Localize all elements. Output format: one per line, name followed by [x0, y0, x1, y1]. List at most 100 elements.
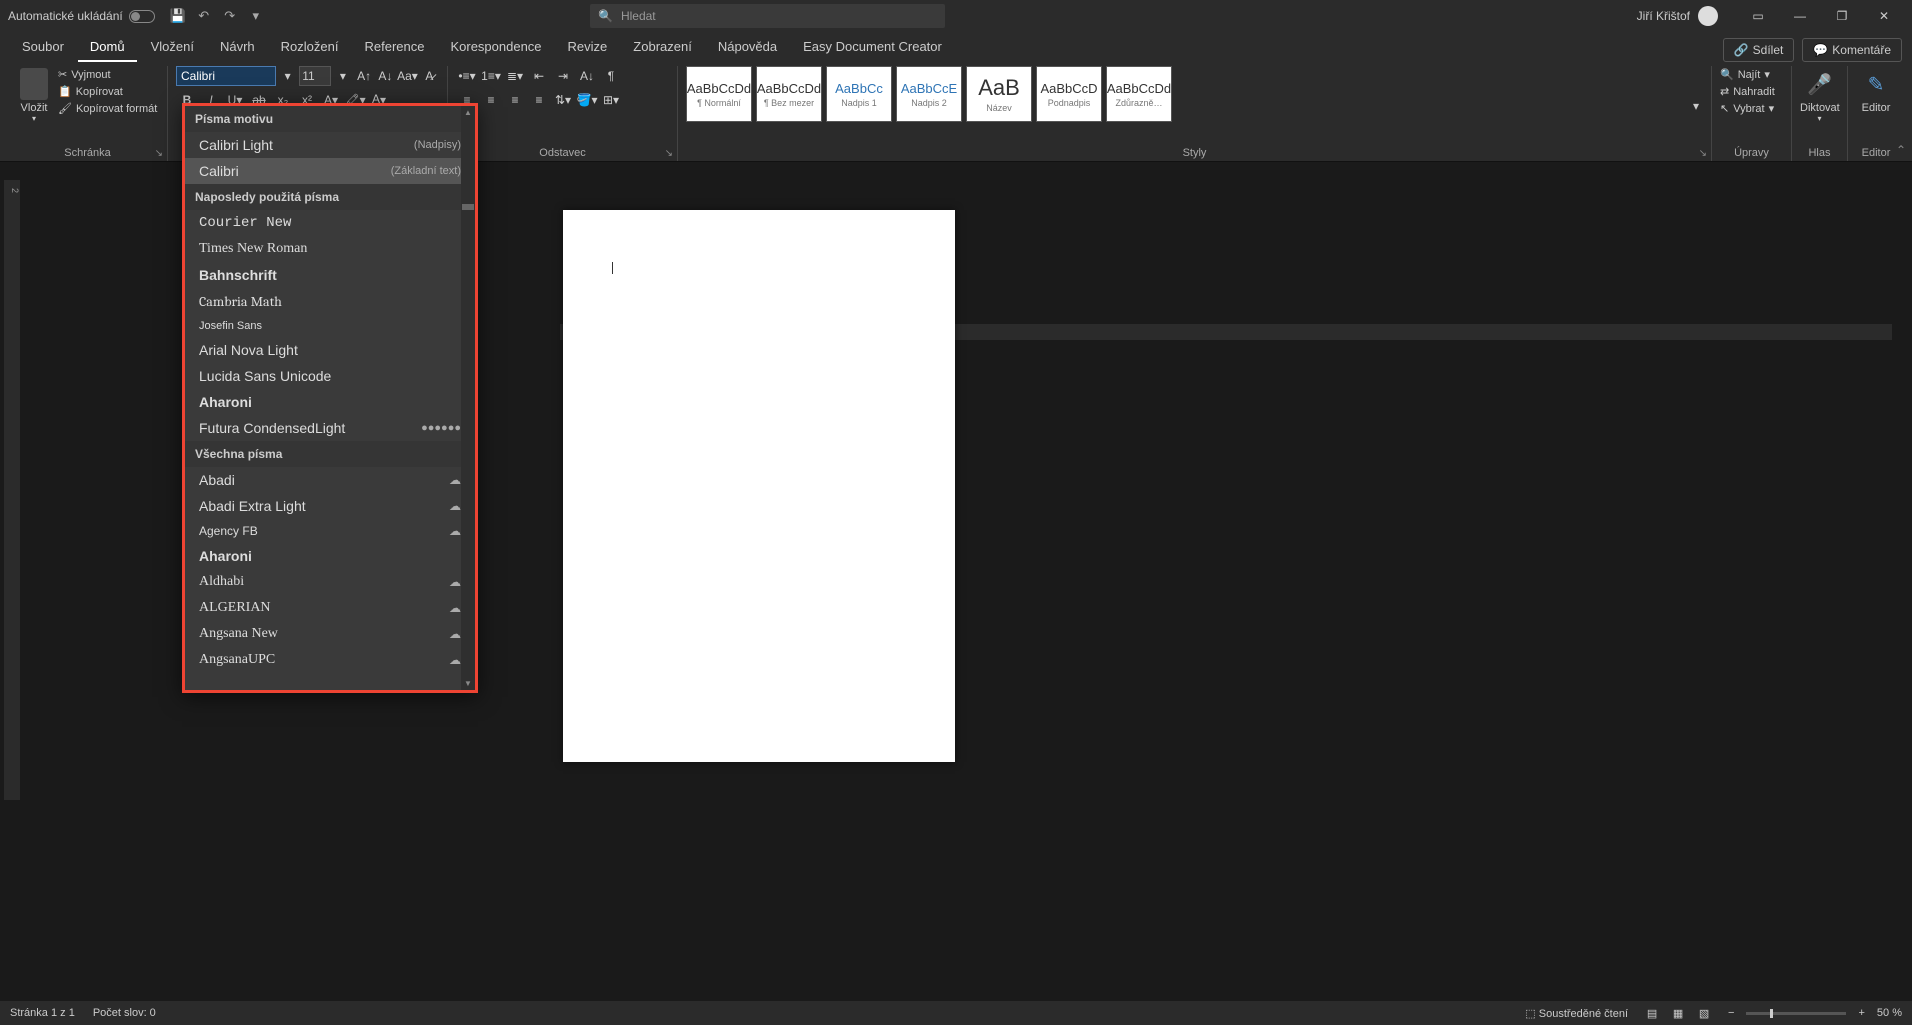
tab-rozložení[interactable]: Rozložení [269, 33, 351, 62]
zoom-level[interactable]: 50 % [1877, 1007, 1902, 1019]
style-tile[interactable]: AaBNázev [966, 66, 1032, 122]
scroll-up-icon[interactable]: ▲ [464, 108, 472, 117]
focus-mode-button[interactable]: ⬚ Soustředěné čtení [1525, 1007, 1628, 1020]
dialog-launcher-icon[interactable]: ↘ [155, 148, 163, 159]
borders-icon[interactable]: ⊞▾ [600, 90, 622, 110]
tab-vložení[interactable]: Vložení [139, 33, 206, 62]
multilevel-icon[interactable]: ≣▾ [504, 66, 526, 86]
font-option[interactable]: Angsana New☁ [185, 621, 475, 647]
font-option[interactable]: Times New Roman [185, 236, 475, 262]
styles-expand-icon[interactable]: ▾ [1685, 96, 1707, 116]
font-option[interactable]: Aldhabi☁ [185, 569, 475, 595]
close-icon[interactable]: ✕ [1864, 2, 1904, 30]
font-option[interactable]: Courier New [185, 210, 475, 236]
undo-icon[interactable]: ↶ [195, 7, 213, 25]
avatar-icon[interactable] [1698, 6, 1718, 26]
grow-font-icon[interactable]: A↑ [355, 66, 374, 86]
change-case-icon[interactable]: Aa▾ [397, 66, 418, 86]
dropdown-scrollbar[interactable]: ▲ ▼ [461, 106, 475, 690]
tab-easy-document-creator[interactable]: Easy Document Creator [791, 33, 954, 62]
cut-button[interactable]: ✂Vyjmout [58, 66, 157, 83]
tab-revize[interactable]: Revize [556, 33, 620, 62]
save-icon[interactable]: 💾 [169, 7, 187, 25]
tab-návrh[interactable]: Návrh [208, 33, 267, 62]
collapse-ribbon-icon[interactable]: ⌃ [1896, 143, 1906, 157]
replace-button[interactable]: ⇄ Nahradit [1720, 83, 1783, 100]
maximize-icon[interactable]: ❐ [1822, 2, 1862, 30]
page-indicator[interactable]: Stránka 1 z 1 [10, 1007, 75, 1019]
font-name-input[interactable] [176, 66, 276, 86]
font-option[interactable]: Calibri Light(Nadpisy) [185, 132, 475, 158]
increase-indent-icon[interactable]: ⇥ [552, 66, 574, 86]
font-option[interactable]: Bahnschrift [185, 262, 475, 288]
tab-nápověda[interactable]: Nápověda [706, 33, 789, 62]
tab-zobrazení[interactable]: Zobrazení [621, 33, 704, 62]
find-button[interactable]: 🔍 Najít ▾ [1720, 66, 1783, 83]
document-page[interactable] [563, 210, 955, 762]
tab-korespondence[interactable]: Korespondence [438, 33, 553, 62]
dialog-launcher-icon[interactable]: ↘ [1699, 148, 1707, 159]
font-option[interactable]: AngsanaUPC☁ [185, 647, 475, 673]
select-button[interactable]: ↖ Vybrat ▾ [1720, 100, 1783, 117]
font-size-input[interactable] [299, 66, 331, 86]
shrink-font-icon[interactable]: A↓ [376, 66, 395, 86]
scroll-down-icon[interactable]: ▼ [464, 679, 472, 688]
minimize-icon[interactable]: — [1780, 2, 1820, 30]
format-painter-button[interactable]: 🖌Kopírovat formát [58, 100, 157, 117]
font-option[interactable]: Arial Nova Light [185, 337, 475, 363]
comments-button[interactable]: 💬 Komentáře [1802, 38, 1902, 62]
zoom-out-icon[interactable]: − [1728, 1007, 1734, 1019]
font-option[interactable]: Aharoni [185, 389, 475, 415]
numbering-icon[interactable]: 1≡▾ [480, 66, 502, 86]
tab-soubor[interactable]: Soubor [10, 33, 76, 62]
vertical-ruler[interactable]: 2468101214161820222426 [4, 180, 20, 800]
align-right-icon[interactable]: ≡ [504, 90, 526, 110]
font-dropdown-button[interactable]: ▾ [278, 66, 297, 86]
ribbon-display-icon[interactable]: ▭ [1738, 2, 1778, 30]
dialog-launcher-icon[interactable]: ↘ [665, 148, 673, 159]
dictate-icon[interactable]: 🎤 [1806, 70, 1834, 98]
read-mode-icon[interactable]: ▤ [1640, 1003, 1664, 1023]
autosave-toggle[interactable]: Automatické ukládání [8, 9, 155, 23]
redo-icon[interactable]: ↷ [221, 7, 239, 25]
line-spacing-icon[interactable]: ⇅▾ [552, 90, 574, 110]
font-option[interactable]: Josefin Sans [185, 315, 475, 337]
style-tile[interactable]: AaBbCcNadpis 1 [826, 66, 892, 122]
font-option[interactable]: Agency FB☁ [185, 519, 475, 543]
scroll-thumb[interactable] [462, 204, 474, 210]
style-tile[interactable]: AaBbCcDd¶ Normální [686, 66, 752, 122]
font-option[interactable]: Abadi Extra Light☁ [185, 493, 475, 519]
tab-domů[interactable]: Domů [78, 33, 137, 62]
style-tile[interactable]: AaBbCcENadpis 2 [896, 66, 962, 122]
customize-qat-icon[interactable]: ▾ [247, 7, 265, 25]
style-tile[interactable]: AaBbCcDdZdůrazně… [1106, 66, 1172, 122]
font-option[interactable]: Futura CondensedLight●●●●●● [185, 415, 475, 441]
editor-icon[interactable]: ✎ [1862, 70, 1890, 98]
sort-icon[interactable]: A↓ [576, 66, 598, 86]
zoom-slider[interactable] [1746, 1012, 1846, 1015]
align-center-icon[interactable]: ≡ [480, 90, 502, 110]
search-box[interactable]: 🔍 Hledat [590, 4, 945, 28]
web-layout-icon[interactable]: ▧ [1692, 1003, 1716, 1023]
zoom-in-icon[interactable]: + [1858, 1007, 1864, 1019]
clear-format-icon[interactable]: A̷ [420, 66, 439, 86]
font-option[interactable]: ALGERIAN☁ [185, 595, 475, 621]
decrease-indent-icon[interactable]: ⇤ [528, 66, 550, 86]
print-layout-icon[interactable]: ▦ [1666, 1003, 1690, 1023]
bullets-icon[interactable]: •≡▾ [456, 66, 478, 86]
font-size-dropdown[interactable]: ▾ [333, 66, 352, 86]
font-option[interactable]: Lucida Sans Unicode [185, 363, 475, 389]
font-option[interactable]: Abadi☁ [185, 467, 475, 493]
justify-icon[interactable]: ≡ [528, 90, 550, 110]
tab-reference[interactable]: Reference [352, 33, 436, 62]
font-option[interactable]: Cambria Math [185, 288, 475, 315]
style-tile[interactable]: AaBbCcDd¶ Bez mezer [756, 66, 822, 122]
font-option[interactable]: Aharoni [185, 543, 475, 569]
copy-button[interactable]: 📋Kopírovat [58, 83, 157, 100]
show-marks-icon[interactable]: ¶ [600, 66, 622, 86]
word-count[interactable]: Počet slov: 0 [93, 1007, 156, 1019]
style-tile[interactable]: AaBbCcDPodnadpis [1036, 66, 1102, 122]
share-button[interactable]: 🔗 Sdílet [1723, 38, 1795, 62]
shading-icon[interactable]: 🪣▾ [576, 90, 598, 110]
font-option[interactable]: Calibri(Základní text) [185, 158, 475, 184]
